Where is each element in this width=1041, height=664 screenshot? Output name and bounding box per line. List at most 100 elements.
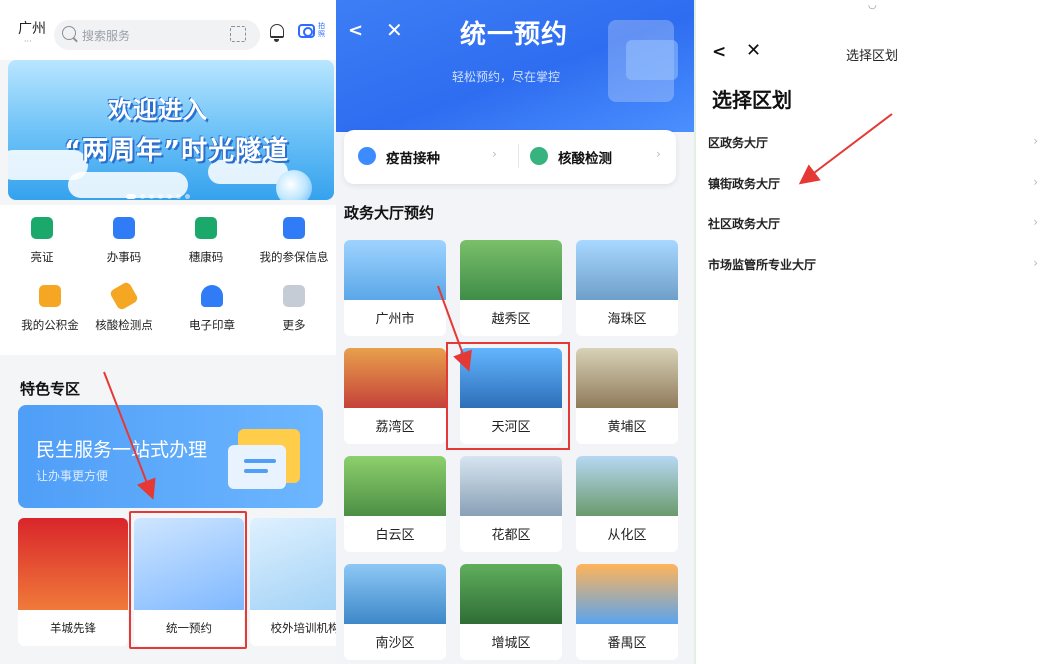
scan-icon[interactable] — [230, 26, 246, 42]
page-heading: 选择区划 — [712, 88, 792, 112]
district-tile[interactable]: 番禺区 — [576, 564, 678, 660]
list-item[interactable]: 镇街政务大厅 › — [708, 175, 1038, 195]
card-pioneer[interactable]: 羊城先锋 — [18, 518, 128, 646]
close-icon[interactable]: ✕ — [746, 40, 761, 61]
list-item[interactable]: 区政务大厅 › — [708, 134, 1038, 154]
list-item[interactable]: 社区政务大厅 › — [708, 215, 1038, 235]
district-tile[interactable]: 白云区 — [344, 456, 446, 552]
featured-section-title: 特色专区 — [20, 380, 81, 398]
district-photo — [576, 240, 678, 300]
highlight-box-tianhe — [446, 342, 570, 450]
page-subtitle: 轻松预约，尽在掌控 — [452, 70, 561, 84]
back-icon[interactable]: < — [712, 42, 726, 62]
district-tile[interactable]: 南沙区 — [344, 564, 446, 660]
grid-item-label: 办事码 — [106, 250, 142, 264]
search-icon — [62, 26, 76, 40]
district-label: 增城区 — [491, 636, 531, 651]
list-item-label: 镇街政务大厅 — [708, 177, 781, 191]
grid-item-label: 穗康码 — [188, 250, 224, 264]
id-icon — [31, 217, 53, 239]
search-bar[interactable]: 搜索服务 — [54, 20, 260, 50]
district-tile[interactable]: 花都区 — [460, 456, 562, 552]
appointment-header: < ✕ 统一预约 轻松预约，尽在掌控 — [336, 0, 694, 132]
close-icon[interactable]: ✕ — [386, 18, 403, 42]
district-tile[interactable]: 黄埔区 — [576, 348, 678, 444]
one-stop-service-banner[interactable]: 民生服务一站式办理 让办事更方便 — [18, 405, 323, 508]
grid-item-seal[interactable]: 电子印章 — [170, 285, 254, 333]
one-stop-subtitle: 让办事更方便 — [36, 469, 109, 483]
grid-item-fund[interactable]: 我的公积金 — [8, 285, 92, 333]
card-label: 羊城先锋 — [50, 621, 96, 635]
district-label: 白云区 — [375, 528, 415, 543]
training-image — [250, 518, 336, 610]
district-photo — [344, 564, 446, 624]
list-item-label: 区政务大厅 — [708, 136, 769, 150]
service-grid: 亮证 办事码 穗康码 我的参保信息 我的公积金 核酸检测点 电子印章 更多 — [0, 205, 336, 355]
carousel-dots — [126, 184, 216, 199]
banner-title-line2: “两周年”时光隧道 — [64, 136, 290, 166]
district-label: 从化区 — [607, 528, 647, 543]
list-item-label: 市场监管所专业大厅 — [708, 258, 817, 272]
anniversary-banner[interactable]: 欢迎进入 “两周年”时光隧道 — [8, 60, 334, 200]
banner-title-line1: 欢迎进入 — [108, 96, 208, 124]
district-tile[interactable]: 增城区 — [460, 564, 562, 660]
vaccine-icon — [358, 147, 376, 165]
district-photo — [576, 456, 678, 516]
city-selector[interactable]: 广州 — [18, 18, 46, 38]
grid-item-test-site[interactable]: 核酸检测点 — [82, 280, 166, 333]
page-title: 统一预约 — [460, 20, 569, 50]
bell-icon[interactable] — [270, 24, 284, 42]
unified-appointment-screen: < ✕ 统一预约 轻松预约，尽在掌控 疫苗接种 › 核酸检测 › 政务大厅预约 … — [336, 0, 694, 664]
pull-down-icon: ◡ — [868, 0, 877, 11]
grid-item-label: 亮证 — [30, 250, 54, 264]
qrcode-icon — [113, 217, 135, 239]
district-photo — [344, 240, 446, 300]
district-label: 海珠区 — [607, 312, 647, 327]
pioneer-image — [18, 518, 128, 610]
home-screen: 广州 ··· 搜索服务 拍照 欢迎进入 “两周年”时光隧道 亮证 办事码 穗康码… — [0, 0, 336, 664]
district-label: 越秀区 — [491, 312, 531, 327]
more-grid-icon — [283, 285, 305, 307]
one-stop-title: 民生服务一站式办理 — [36, 439, 208, 461]
grid-item-service-code[interactable]: 办事码 — [82, 217, 166, 265]
district-tile[interactable]: 越秀区 — [460, 240, 562, 336]
grid-item-id[interactable]: 亮证 — [0, 217, 84, 265]
district-tile[interactable]: 荔湾区 — [344, 348, 446, 444]
chevron-right-icon: › — [1033, 175, 1038, 189]
grid-item-label: 我的参保信息 — [259, 250, 329, 264]
chevron-right-icon: › — [656, 147, 661, 161]
insurance-card-icon — [283, 217, 305, 239]
quick-actions: 疫苗接种 › 核酸检测 › — [344, 130, 676, 184]
health-qrcode-icon — [195, 217, 217, 239]
district-photo — [576, 564, 678, 624]
list-item[interactable]: 市场监管所专业大厅 › — [708, 256, 1038, 276]
district-tile[interactable]: 从化区 — [576, 456, 678, 552]
planet-icon — [276, 170, 312, 200]
camera-icon[interactable] — [298, 24, 315, 38]
chevron-right-icon: › — [492, 147, 497, 161]
grid-item-label: 我的公积金 — [21, 318, 79, 332]
chevron-right-icon: › — [1033, 256, 1038, 270]
district-tile[interactable]: 广州市 — [344, 240, 446, 336]
district-label: 荔湾区 — [375, 420, 415, 435]
grid-item-label: 电子印章 — [189, 318, 235, 332]
card-training-institutions[interactable]: 校外培训机构 — [250, 518, 336, 646]
district-label: 广州市 — [375, 312, 415, 327]
quick-nucleic-test[interactable]: 核酸检测 — [558, 147, 612, 167]
grid-item-more[interactable]: 更多 — [252, 285, 336, 333]
grid-item-insurance[interactable]: 我的参保信息 — [252, 217, 336, 265]
camera-label: 拍照 — [318, 22, 325, 38]
chevron-right-icon: › — [1033, 134, 1038, 148]
district-tile[interactable]: 海珠区 — [576, 240, 678, 336]
card-label: 校外培训机构 — [270, 621, 337, 635]
grid-item-label: 核酸检测点 — [95, 318, 153, 332]
nav-title: 选择区划 — [846, 49, 899, 64]
chat-bubble-illustration — [626, 40, 678, 80]
grid-item-health-code[interactable]: 穗康码 — [164, 217, 248, 265]
list-item-label: 社区政务大厅 — [708, 217, 781, 231]
quick-vaccine[interactable]: 疫苗接种 — [386, 147, 440, 167]
back-icon[interactable]: < — [348, 20, 363, 41]
district-label: 黄埔区 — [607, 420, 647, 435]
chevron-right-icon: › — [1033, 215, 1038, 229]
test-tube-icon — [108, 280, 140, 312]
